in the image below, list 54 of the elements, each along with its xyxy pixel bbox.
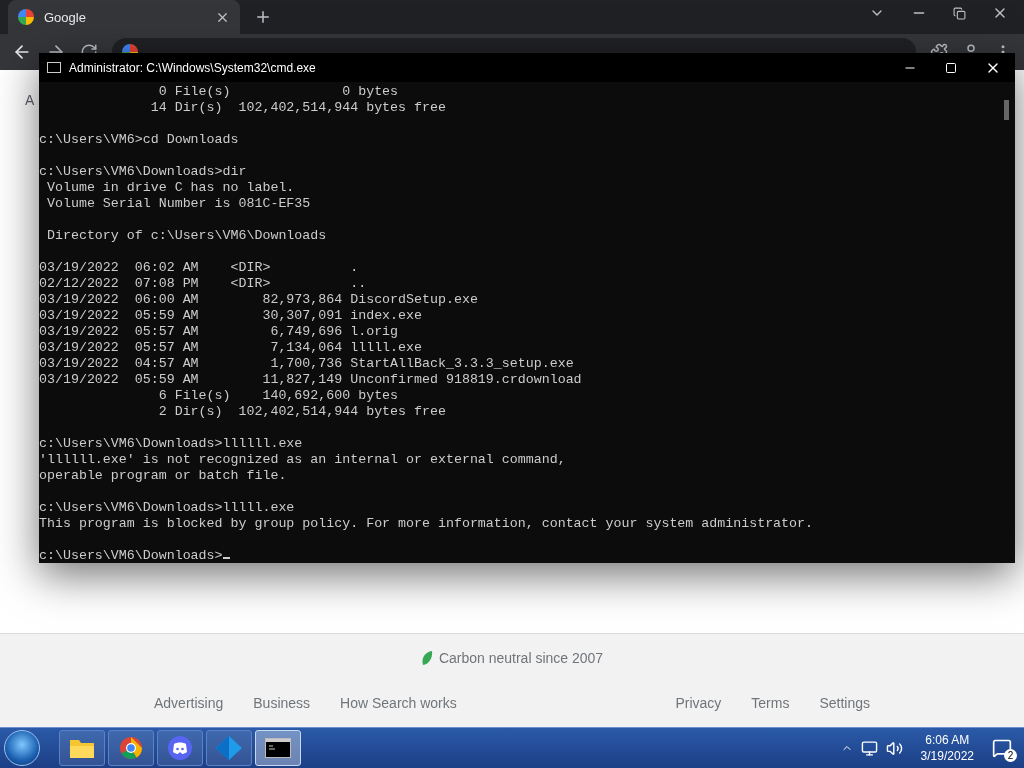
- leaf-icon: [420, 649, 433, 666]
- console-line: 03/19/2022 05:59 AM 30,307,091 index.exe: [39, 308, 422, 324]
- diamond-icon: [215, 735, 243, 761]
- console-line: 03/19/2022 05:57 AM 7,134,064 lllll.exe: [39, 340, 422, 356]
- footer-link[interactable]: Terms: [751, 695, 790, 712]
- network-icon[interactable]: [860, 739, 878, 757]
- tab-title: Google: [44, 9, 87, 25]
- browser-tab[interactable]: Google: [8, 0, 240, 34]
- console-line: 'llllll.exe' is not recognized as an internal or external command,: [39, 452, 566, 468]
- volume-icon[interactable]: [885, 739, 903, 757]
- terminal-icon: [265, 738, 291, 758]
- console-line: c:\Users\VM6>cd Downloads: [39, 132, 239, 148]
- console-line: operable program or batch file.: [39, 468, 287, 484]
- clock-date: 3/19/2022: [920, 748, 974, 764]
- notification-icon[interactable]: [992, 738, 1012, 758]
- page-text: A: [25, 92, 35, 108]
- folder-icon: [69, 737, 95, 759]
- console-line: 03/19/2022 05:59 AM 11,827,149 Unconfirmed 918819.crdownload: [39, 372, 582, 388]
- window-title: Administrator: C:\Windows\System32\cmd.exe: [69, 60, 316, 75]
- console-line: 03/19/2022 05:57 AM 6,749,696 l.orig: [39, 324, 399, 340]
- console-line: 2 Dir(s) 102,402,514,944 bytes free: [157, 404, 446, 420]
- start-button[interactable]: [4, 730, 40, 766]
- restore-icon[interactable]: [953, 5, 966, 21]
- console-line: Volume Serial Number is 081C-EF35: [45, 196, 311, 212]
- google-icon: [18, 9, 34, 25]
- console-line: Volume in drive C has no label.: [45, 180, 295, 196]
- console-line: c:\Users\VM6\Downloads>: [39, 548, 230, 563]
- footer-link[interactable]: Privacy: [675, 695, 722, 712]
- console-line: c:\Users\VM6\Downloads>lllll.exe: [39, 500, 295, 516]
- chrome-icon: [119, 736, 143, 760]
- console-line: Directory of c:\Users\VM6\Downloads: [45, 228, 327, 244]
- console-line: 02/12/2022 07:08 PM <DIR> ..: [39, 276, 367, 292]
- console-line: 03/19/2022 06:00 AM 82,973,864 DiscordSetup.exe: [39, 292, 478, 308]
- footer-link[interactable]: Settings: [819, 695, 870, 712]
- clock-time: 6:06 AM: [925, 732, 970, 748]
- scrollbar-thumb[interactable]: [1004, 100, 1009, 120]
- text-cursor: [222, 557, 230, 559]
- footer-link[interactable]: How Search works: [340, 695, 457, 712]
- notification-count: 2: [1004, 749, 1017, 762]
- discord-icon: [167, 735, 193, 761]
- console-line: c:\Users\VM6\Downloads>dir: [39, 164, 247, 180]
- new-tab-icon[interactable]: [254, 8, 272, 26]
- footer-link[interactable]: Business: [253, 695, 311, 712]
- console-line: 14 Dir(s) 102,402,514,944 bytes free: [149, 100, 446, 116]
- taskbar-app[interactable]: [157, 730, 203, 766]
- console-line: 0 File(s) 0 bytes: [157, 84, 399, 100]
- console-line: This program is blocked by group policy. For more information, contact your system administrator.: [39, 516, 813, 532]
- carbon-note: Carbon neutral since 2007: [438, 649, 604, 666]
- console-line: c:\Users\VM6\Downloads>llllll.exe: [39, 436, 303, 452]
- console-line: 6 File(s) 140,692,600 bytes: [157, 388, 399, 404]
- console-line: 03/19/2022 06:02 AM <DIR> .: [39, 260, 359, 276]
- console-icon: [47, 62, 61, 73]
- console-line: 03/19/2022 04:57 AM 1,700,736 StartAllBack_3.3.3_setup.exe: [39, 356, 574, 372]
- footer-link[interactable]: Advertising: [154, 695, 224, 712]
